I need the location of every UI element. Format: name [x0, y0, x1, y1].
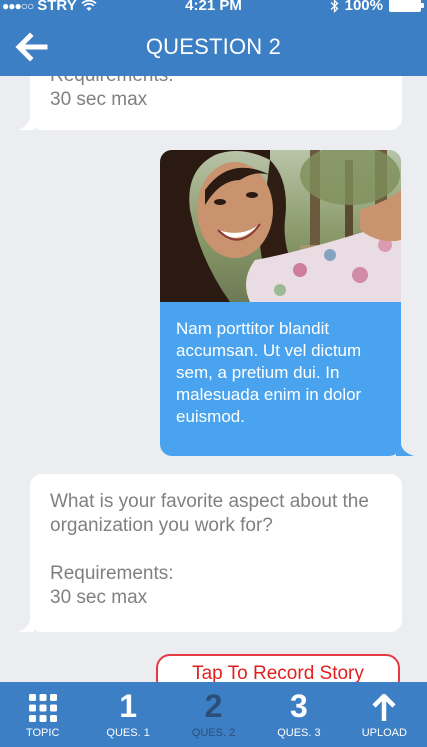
bluetooth-icon [330, 0, 339, 13]
upload-arrow-icon [372, 694, 396, 721]
requirements-label: Requirements: [50, 563, 174, 584]
tab-question-2[interactable]: 2 QUES. 2 [171, 682, 256, 747]
header: ●●●○○ STRY 4:21 PM 100% QUESTION 2 [0, 0, 427, 76]
tab-topic[interactable]: TOPIC [0, 682, 85, 747]
record-story-button[interactable]: Tap To Record Story [156, 654, 400, 682]
question-text: What is your favorite aspect about the o… [50, 491, 369, 536]
tab-bar: TOPIC 1 QUES. 1 2 QUES. 2 3 QUES. 3 UPLO… [0, 682, 427, 747]
tab-upload[interactable]: UPLOAD [342, 682, 427, 747]
reply-text: Nam porttitor blandit accumsan. Ut vel d… [176, 319, 362, 426]
bubble-tail [18, 620, 34, 632]
status-right: 100% [330, 0, 424, 14]
tab-label: UPLOAD [361, 727, 407, 739]
requirements-value: 30 sec max [50, 89, 148, 110]
tab-number: 1 [119, 688, 137, 724]
reply-bubble[interactable]: Nam porttitor blandit accumsan. Ut vel d… [160, 150, 401, 456]
battery-percent: 100% [344, 0, 383, 14]
battery-icon [389, 0, 424, 12]
requirements-value: 30 sec max [50, 587, 148, 608]
tab-question-3[interactable]: 3 QUES. 3 [256, 682, 341, 747]
tab-question-1[interactable]: 1 QUES. 1 [85, 682, 170, 747]
question-bubble: What is your favorite aspect about the o… [30, 474, 402, 632]
tab-label: QUES. 3 [277, 727, 321, 739]
grid-icon [28, 694, 57, 722]
previous-question-bubble: Requirements: 30 sec max [30, 76, 402, 130]
tab-label: QUES. 1 [106, 727, 150, 739]
requirements-label: Requirements: [50, 76, 382, 88]
tab-label: QUES. 2 [191, 727, 236, 739]
tab-number: 3 [290, 688, 308, 724]
story-photo[interactable] [160, 150, 401, 302]
status-bar: ●●●○○ STRY 4:21 PM 100% [0, 0, 427, 14]
page-title: QUESTION 2 [145, 34, 282, 59]
chat-thread[interactable]: Requirements: 30 sec max [0, 76, 427, 682]
bubble-tail [396, 444, 414, 456]
bubble-tail [18, 118, 34, 130]
tab-number: 2 [204, 688, 223, 724]
tab-label: TOPIC [25, 727, 60, 739]
